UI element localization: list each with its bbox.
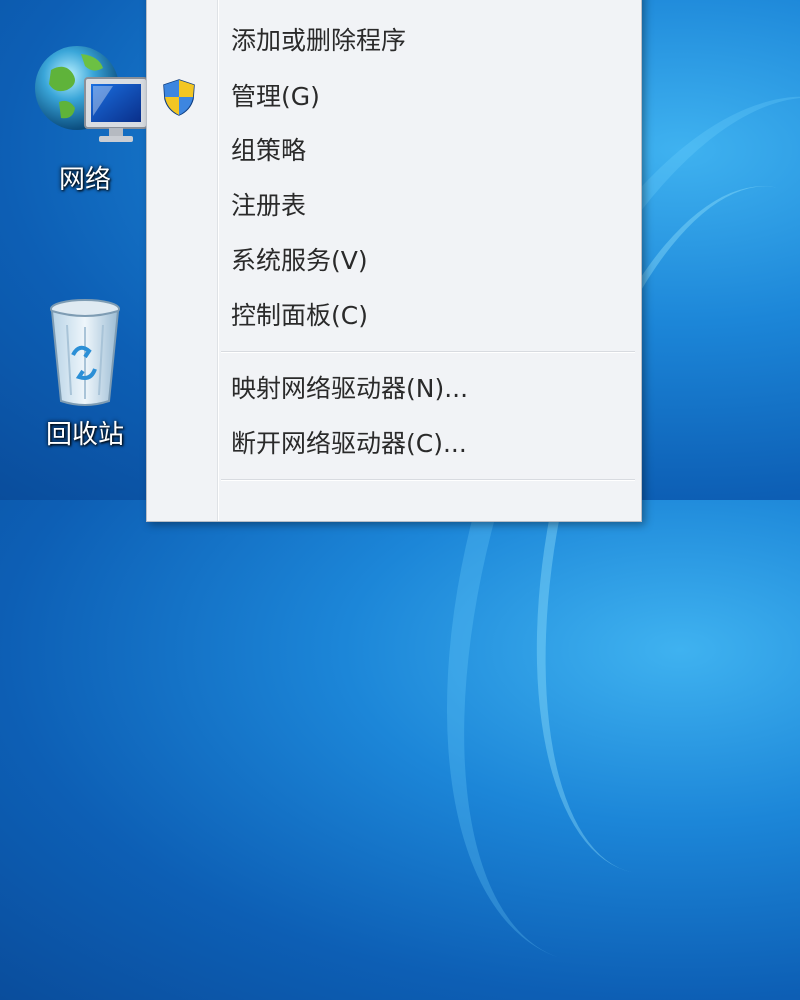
desktop-icon-network[interactable]: 网络 <box>15 30 155 196</box>
context-menu: 添加或删除程序 管理(G) 组策略 注册表 系统服务(V) 控制面板(C) 映射… <box>146 0 642 522</box>
menu-separator <box>221 479 635 481</box>
menu-item-map-network-drive[interactable]: 映射网络驱动器(N)... <box>147 363 641 411</box>
desktop-icon-label: 网络 <box>58 165 111 195</box>
recycle-bin-icon <box>50 299 120 406</box>
menu-item-label: 系统服务(V) <box>231 246 368 275</box>
menu-item-label: 断开网络驱动器(C)... <box>231 429 467 458</box>
menu-item-registry[interactable]: 注册表 <box>147 180 641 228</box>
menu-item-label: 注册表 <box>231 191 307 220</box>
menu-item-group-policy[interactable]: 组策略 <box>147 125 641 173</box>
desktop-icon-recycle-bin[interactable]: 回收站 <box>15 295 155 451</box>
menu-item-control-panel[interactable]: 控制面板(C) <box>147 290 641 338</box>
menu-item-label: 添加或删除程序 <box>231 26 407 55</box>
menu-item-label: 控制面板(C) <box>231 301 368 330</box>
menu-item-manage[interactable]: 管理(G) <box>147 71 641 119</box>
menu-item-disconnect-network-drive[interactable]: 断开网络驱动器(C)... <box>147 418 641 466</box>
network-icon <box>35 46 148 142</box>
menu-item-label: 管理(G) <box>231 82 320 111</box>
menu-separator <box>221 351 635 353</box>
menu-item-add-remove-programs[interactable]: 添加或删除程序 <box>147 15 641 63</box>
menu-item-system-services[interactable]: 系统服务(V) <box>147 235 641 283</box>
menu-item-label: 组策略 <box>231 136 307 165</box>
uac-shield-icon <box>159 77 199 121</box>
desktop-icon-label: 回收站 <box>45 420 124 450</box>
menu-item-label: 映射网络驱动器(N)... <box>231 374 469 403</box>
